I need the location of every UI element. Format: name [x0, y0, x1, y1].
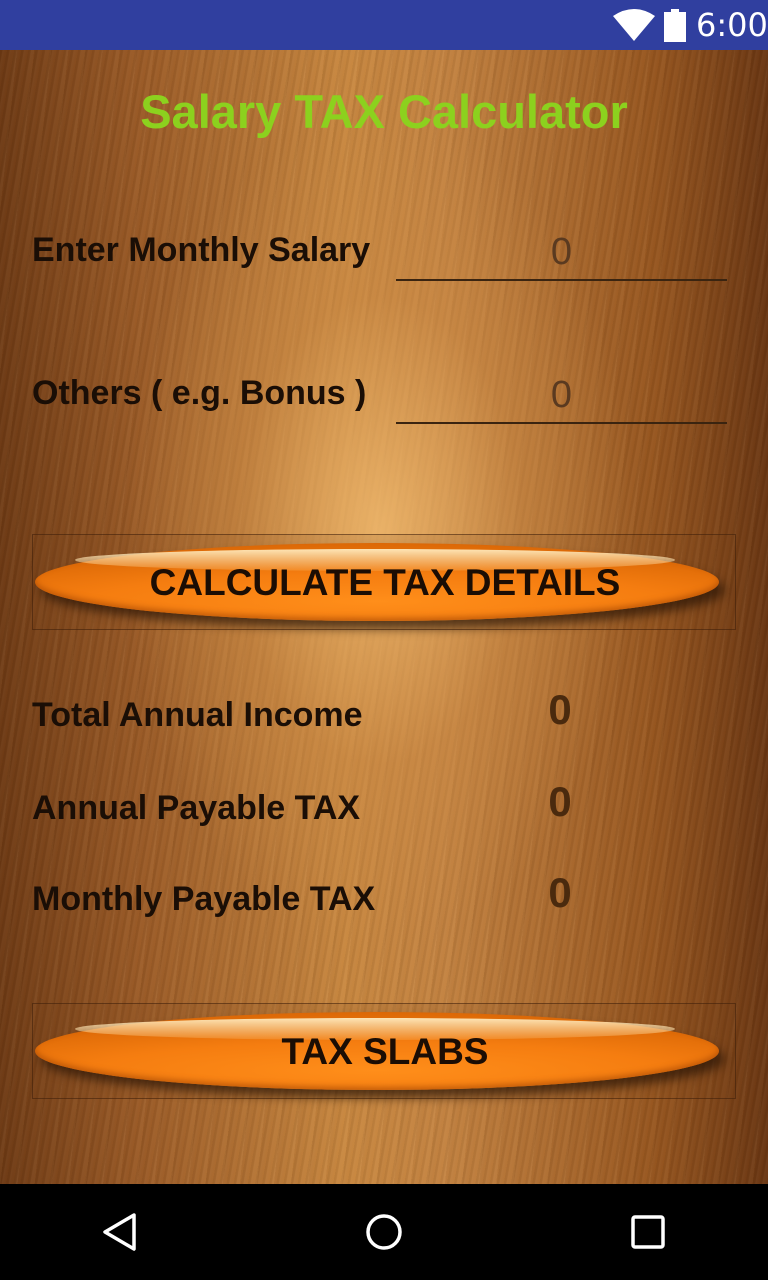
- others-label: Others ( e.g. Bonus ): [32, 374, 367, 412]
- status-bar: 6:00: [0, 0, 768, 50]
- annual-payable-tax-value: 0: [548, 778, 572, 825]
- recent-apps-icon[interactable]: [628, 1212, 668, 1252]
- monthly-salary-label: Enter Monthly Salary: [32, 231, 371, 269]
- wifi-icon: [613, 9, 655, 41]
- annual-payable-tax-label: Annual Payable TAX: [32, 789, 361, 827]
- status-time: 6:00: [696, 6, 768, 44]
- monthly-payable-tax-label: Monthly Payable TAX: [32, 880, 376, 918]
- home-icon[interactable]: [364, 1212, 404, 1252]
- monthly-payable-tax-value: 0: [548, 869, 572, 916]
- battery-icon: [664, 9, 686, 42]
- screen: 6:00 Salary TAX Calculator Enter Monthly…: [0, 0, 768, 1280]
- calculate-tax-details-button[interactable]: CALCULATE TAX DETAILS: [32, 534, 736, 630]
- back-icon[interactable]: [100, 1212, 140, 1252]
- total-annual-income-label: Total Annual Income: [32, 696, 363, 734]
- navigation-bar: [0, 1184, 768, 1280]
- total-annual-income-value: 0: [548, 686, 572, 733]
- page-title: Salary TAX Calculator: [140, 85, 628, 138]
- others-input[interactable]: [396, 368, 727, 424]
- tax-slabs-button[interactable]: TAX SLABS: [32, 1003, 736, 1099]
- app-content: Salary TAX Calculator Enter Monthly Sala…: [0, 50, 768, 1184]
- monthly-salary-input[interactable]: [396, 225, 727, 281]
- tax-slabs-button-label: TAX SLABS: [281, 1031, 489, 1072]
- calculate-button-label: CALCULATE TAX DETAILS: [149, 562, 621, 603]
